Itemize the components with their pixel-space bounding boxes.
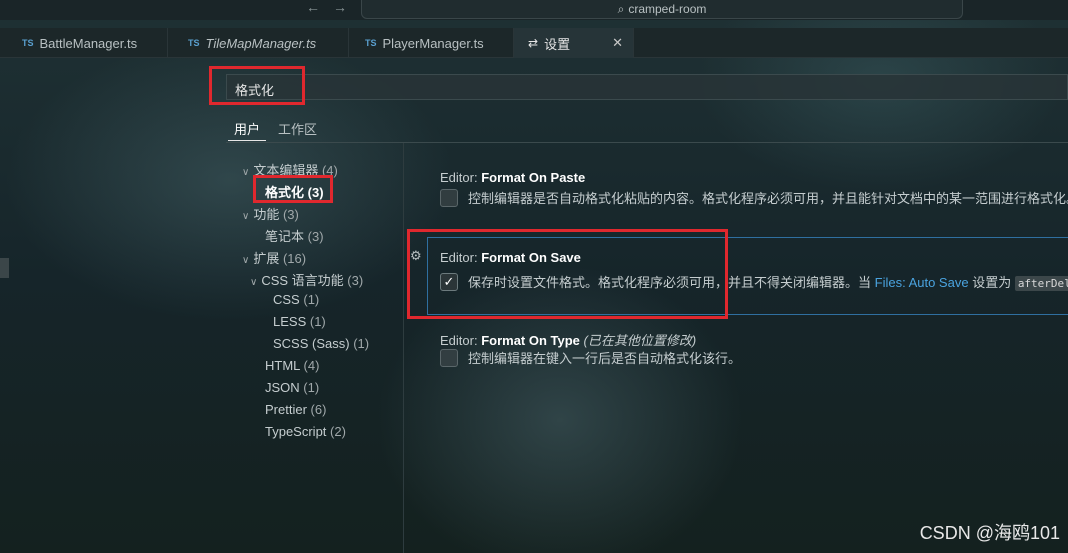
- toc-label: 功能: [253, 207, 280, 222]
- tab-user[interactable]: 用户: [234, 119, 260, 138]
- setting-prefix: Editor:: [440, 333, 482, 348]
- typescript-file-icon: TS: [365, 38, 377, 48]
- setting-description: 控制编辑器是否自动格式化粘贴的内容。格式化程序必须可用，并且能针对文档中的某一范…: [468, 191, 1068, 206]
- setting-title: Editor: Format On Type (已在其他位置修改): [440, 330, 1068, 349]
- inline-code: afterDelay: [1014, 276, 1068, 291]
- tab-workspace-label: 工作区: [278, 122, 318, 137]
- settings-search-input[interactable]: 格式化: [226, 74, 1068, 100]
- format-on-paste-checkbox[interactable]: [440, 188, 458, 207]
- tab-tilemap-manager[interactable]: TS TileMapManager.ts: [168, 28, 349, 58]
- toc-label: CSS: [273, 292, 300, 307]
- setting-prefix: Editor:: [440, 170, 482, 185]
- toc-json[interactable]: JSON (1): [265, 380, 319, 395]
- typescript-file-icon: TS: [188, 38, 200, 48]
- activity-strip: [0, 258, 9, 278]
- toc-count: (1): [353, 336, 370, 351]
- toc-count: (1): [303, 380, 320, 395]
- setting-row: 控制编辑器是否自动格式化粘贴的内容。格式化程序必须可用，并且能针对文档中的某一范…: [440, 188, 1068, 207]
- toc-count: (1): [309, 314, 326, 329]
- editor-tab-bar: TS BattleManager.ts TS TileMapManager.ts…: [0, 28, 1068, 58]
- command-center[interactable]: ⌕ cramped-room: [361, 0, 963, 19]
- toc-count: (4): [303, 358, 320, 373]
- modified-elsewhere-note: (已在其他位置修改): [583, 333, 697, 348]
- setting-name: Format On Paste: [481, 170, 586, 185]
- toc-count: (6): [310, 402, 327, 417]
- toc-notebook[interactable]: 笔记本 (3): [265, 226, 324, 245]
- tab-player-manager[interactable]: TS PlayerManager.ts: [349, 28, 514, 58]
- files-auto-save-link[interactable]: Files: Auto Save: [875, 275, 969, 290]
- tab-battle-manager[interactable]: TS BattleManager.ts: [0, 28, 168, 58]
- active-tab-underline: [228, 140, 266, 141]
- toc-label: HTML: [265, 358, 300, 373]
- tab-workspace[interactable]: 工作区: [278, 119, 317, 138]
- setting-row: 控制编辑器在键入一行后是否自动格式化该行。: [440, 348, 741, 367]
- toc-css[interactable]: CSS (1): [273, 292, 319, 307]
- toc-html[interactable]: HTML (4): [265, 358, 319, 373]
- toc-label: 扩展: [253, 251, 280, 266]
- chevron-down-icon: ∨: [242, 255, 250, 266]
- toc-typescript[interactable]: TypeScript (2): [265, 424, 346, 439]
- back-arrow-icon[interactable]: ←: [306, 0, 320, 14]
- chevron-down-icon: ∨: [250, 277, 258, 288]
- toc-prettier[interactable]: Prettier (6): [265, 402, 326, 417]
- chevron-down-icon: ∨: [242, 167, 250, 178]
- toc-count: (3): [307, 229, 324, 244]
- toc-label: SCSS (Sass): [273, 336, 350, 351]
- toc-divider: [403, 143, 404, 553]
- setting-title: Editor: Format On Paste: [440, 170, 1068, 185]
- setting-name: Format On Type: [481, 333, 580, 348]
- setting-description: 控制编辑器在键入一行后是否自动格式化该行。: [468, 351, 742, 366]
- description-text-after: 设置为: [968, 275, 1015, 290]
- toc-count: (1): [303, 292, 320, 307]
- forward-arrow-icon[interactable]: →: [333, 0, 347, 14]
- toc-label: CSS 语言功能: [261, 273, 344, 288]
- search-icon: ⌕: [617, 1, 625, 16]
- toc-count: (2): [330, 424, 346, 439]
- tab-label: TileMapManager.ts: [205, 35, 317, 51]
- toc-label: JSON: [265, 380, 300, 395]
- annotation-box-search: [209, 66, 305, 105]
- toc-less[interactable]: LESS (1): [273, 314, 326, 329]
- toc-scss[interactable]: SCSS (Sass) (1): [273, 336, 369, 351]
- typescript-file-icon: TS: [22, 38, 34, 48]
- toc-count: (3): [347, 273, 364, 288]
- setting-format-on-type: Editor: Format On Type (已在其他位置修改) 控制编辑器在…: [440, 330, 1068, 367]
- toc-count: (16): [282, 251, 307, 266]
- tab-label: PlayerManager.ts: [382, 35, 484, 51]
- toc-count: (3): [282, 207, 299, 222]
- settings-sliders-icon: ⇄: [528, 36, 539, 50]
- toc-label: LESS: [273, 314, 307, 329]
- tab-settings[interactable]: ⇄ 设置 ✕: [514, 28, 634, 58]
- tab-user-label: 用户: [234, 122, 261, 137]
- format-on-type-checkbox[interactable]: [440, 348, 458, 367]
- setting-format-on-paste: Editor: Format On Paste 控制编辑器是否自动格式化粘贴的内…: [440, 170, 1068, 207]
- title-bar: ← → ⌕ cramped-room: [0, 0, 1068, 20]
- annotation-box-toc: [253, 175, 333, 203]
- toc-label: 笔记本: [265, 229, 305, 244]
- toc-extensions[interactable]: ∨ 扩展 (16): [242, 248, 306, 267]
- toc-css-language[interactable]: ∨ CSS 语言功能 (3): [250, 270, 363, 289]
- toc-label: TypeScript: [265, 424, 327, 439]
- project-name: cramped-room: [628, 2, 707, 16]
- toc-label: Prettier: [265, 402, 307, 417]
- scope-divider: [226, 142, 1068, 143]
- annotation-box-setting: [407, 229, 728, 319]
- close-icon[interactable]: ✕: [612, 35, 623, 51]
- watermark: CSDN @海鸥101: [919, 523, 1060, 543]
- toc-features[interactable]: ∨ 功能 (3): [242, 204, 299, 223]
- tab-label: BattleManager.ts: [39, 35, 138, 51]
- tab-label: 设置: [544, 36, 571, 52]
- chevron-down-icon: ∨: [242, 211, 250, 222]
